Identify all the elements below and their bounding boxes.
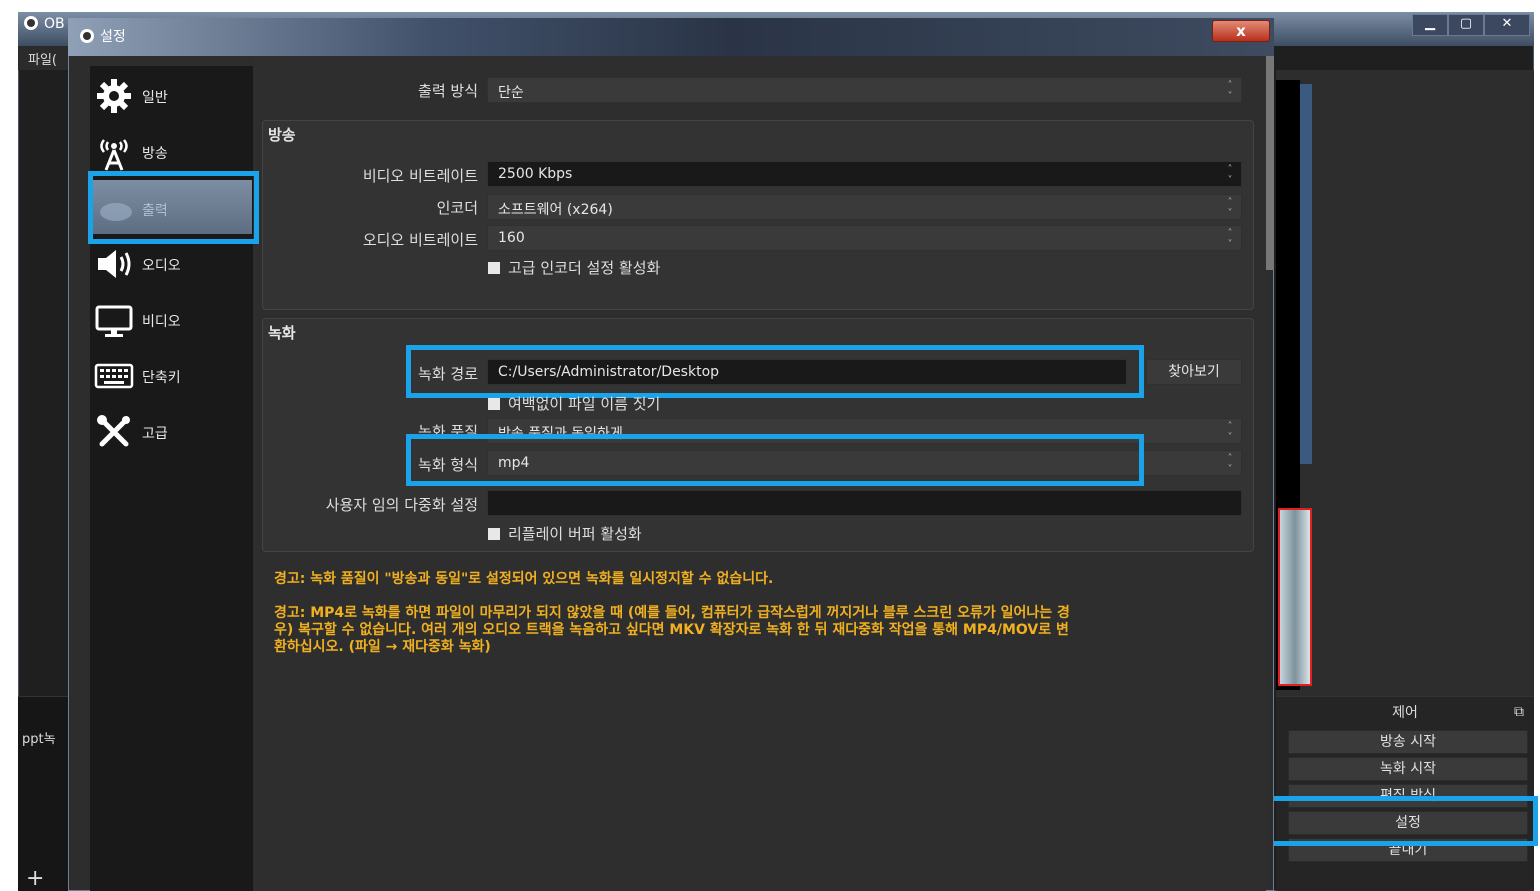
sidebar-item-audio[interactable]: 오디오 bbox=[92, 240, 252, 288]
encoder-label: 인코더 bbox=[436, 199, 478, 217]
broadcast-icon bbox=[94, 132, 134, 172]
minimize-icon[interactable]: ▁ bbox=[1412, 14, 1448, 36]
warning-pause: 경고: 녹화 품질이 "방송과 동일"로 설정되어 있으면 녹화를 일시정지할 … bbox=[274, 571, 774, 587]
sidebar-item-label: 방송 bbox=[142, 146, 168, 162]
sidebar-item-label: 단축키 bbox=[142, 370, 181, 386]
replay-buffer-label: 리플레이 버퍼 활성화 bbox=[508, 525, 642, 543]
recording-path-highlight-box bbox=[406, 345, 1144, 398]
output-mode-value: 단순 bbox=[498, 85, 524, 101]
add-scene-button[interactable]: + bbox=[26, 866, 44, 891]
select-arrows-icon: ˄ ˅ bbox=[1227, 453, 1233, 475]
sidebar-item-general[interactable]: 일반 bbox=[92, 72, 252, 120]
advanced-encoder-checkbox[interactable]: 고급 인코더 설정 활성화 bbox=[488, 257, 660, 278]
audio-bitrate-label: 오디오 비트레이트 bbox=[362, 231, 478, 249]
dialog-titlebar bbox=[68, 18, 1274, 56]
encoder-select[interactable]: 소프트웨어 (x264) ˄ ˅ bbox=[487, 194, 1242, 220]
tools-icon bbox=[94, 412, 134, 452]
menu-file[interactable]: 파일( bbox=[18, 46, 70, 70]
recording-group-title: 녹화 bbox=[268, 324, 296, 342]
obs-logo-icon bbox=[80, 29, 94, 43]
output-mode-label: 출력 방식 bbox=[418, 82, 478, 100]
select-arrows-icon: ˄ ˅ bbox=[1227, 80, 1233, 102]
video-bitrate-input[interactable]: 2500 Kbps ˄ ˅ bbox=[487, 161, 1242, 187]
warning-mp4-line3: 환하십시오. (파일 → 재다중화 녹화) bbox=[274, 639, 491, 655]
advanced-encoder-label: 고급 인코더 설정 활성화 bbox=[508, 259, 661, 277]
sidebar-item-label: 일반 bbox=[142, 90, 168, 106]
no-space-filename-checkbox[interactable]: 여백없이 파일 이름 짓기 bbox=[488, 393, 660, 414]
scene-item[interactable]: ppt녹 bbox=[22, 728, 56, 747]
sidebar-item-label: 오디오 bbox=[142, 258, 181, 274]
obs-logo-icon bbox=[24, 16, 38, 30]
warning-mp4-line1: 경고: MP4로 녹화를 하면 파일이 마무리가 되지 않았을 때 (예를 들어… bbox=[274, 605, 1070, 621]
checkbox-icon bbox=[488, 528, 500, 540]
browse-button[interactable]: 찾아보기 bbox=[1146, 359, 1242, 385]
dock-float-icon[interactable]: ⧉ bbox=[1514, 704, 1524, 720]
sidebar-item-label: 비디오 bbox=[142, 314, 181, 330]
preview-source[interactable] bbox=[1278, 508, 1312, 686]
sidebar-item-stream[interactable]: 방송 bbox=[92, 128, 252, 176]
keyboard-icon bbox=[94, 356, 134, 396]
sidebar-item-label: 고급 bbox=[142, 426, 168, 442]
settings-highlight-box bbox=[1268, 796, 1538, 846]
output-mode-select[interactable]: 단순 ˄ ˅ bbox=[487, 77, 1242, 103]
select-arrows-icon: ˄ ˅ bbox=[1227, 421, 1233, 443]
custom-muxer-input[interactable] bbox=[487, 490, 1242, 516]
preview-area bbox=[1276, 70, 1534, 696]
audio-bitrate-value: 160 bbox=[498, 230, 525, 246]
sidebar-item-hotkeys[interactable]: 단축키 bbox=[92, 352, 252, 400]
audio-bitrate-select[interactable]: 160 ˄ ˅ bbox=[487, 225, 1242, 251]
checkbox-icon bbox=[488, 398, 500, 410]
streaming-group-title: 방송 bbox=[268, 126, 296, 144]
window-controls: ▁ ▢ ✕ bbox=[1412, 14, 1530, 36]
dialog-scrollbar[interactable] bbox=[1266, 56, 1274, 270]
select-arrows-icon: ˄ ˅ bbox=[1227, 197, 1233, 219]
warning-mp4-line2: 우) 복구할 수 없습니다. 여러 개의 오디오 트랙을 녹음하고 싶다면 MK… bbox=[274, 622, 1069, 638]
replay-buffer-checkbox[interactable]: 리플레이 버퍼 활성화 bbox=[488, 523, 642, 544]
dialog-title: 설정 bbox=[80, 26, 126, 46]
no-space-filename-label: 여백없이 파일 이름 짓기 bbox=[508, 395, 661, 413]
monitor-icon bbox=[94, 300, 134, 340]
output-highlight-box bbox=[88, 171, 259, 244]
video-bitrate-label: 비디오 비트레이트 bbox=[362, 167, 478, 185]
maximize-icon[interactable]: ▢ bbox=[1448, 14, 1484, 36]
dialog-close-button[interactable]: x bbox=[1212, 20, 1270, 42]
start-recording-button[interactable]: 녹화 시작 bbox=[1288, 757, 1528, 781]
controls-title: 제어 bbox=[1392, 705, 1418, 721]
close-icon[interactable]: ✕ bbox=[1484, 14, 1530, 36]
spinbox-arrows-icon[interactable]: ˄ ˅ bbox=[1221, 164, 1239, 186]
select-arrows-icon: ˄ ˅ bbox=[1227, 228, 1233, 250]
main-window-title: OB bbox=[24, 16, 65, 32]
custom-muxer-label: 사용자 임의 다중화 설정 bbox=[325, 496, 478, 514]
preview-scrollbar[interactable] bbox=[1300, 84, 1312, 464]
gear-icon bbox=[94, 76, 134, 116]
sidebar-item-video[interactable]: 비디오 bbox=[92, 296, 252, 344]
checkbox-icon bbox=[488, 262, 500, 274]
speaker-icon bbox=[94, 244, 134, 284]
scenes-dock bbox=[18, 696, 70, 891]
encoder-value: 소프트웨어 (x264) bbox=[498, 202, 613, 218]
start-streaming-button[interactable]: 방송 시작 bbox=[1288, 730, 1528, 754]
sidebar-item-advanced[interactable]: 고급 bbox=[92, 408, 252, 456]
recording-format-highlight-box bbox=[406, 434, 1144, 486]
video-bitrate-value: 2500 Kbps bbox=[498, 166, 573, 182]
